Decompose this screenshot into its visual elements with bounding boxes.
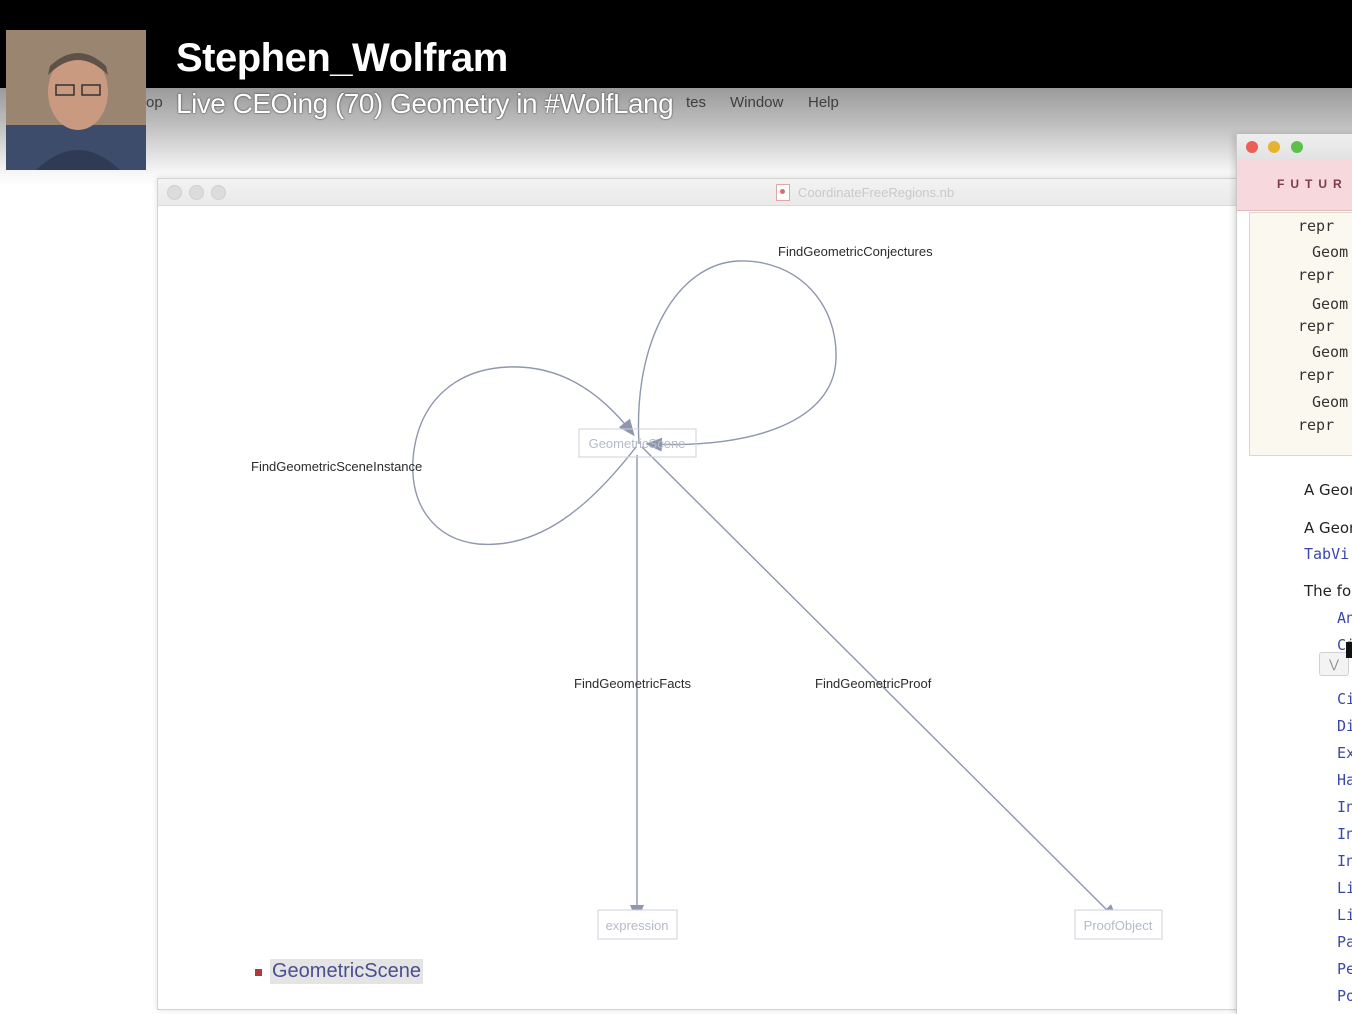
zoom-button[interactable]: [1291, 141, 1303, 153]
minimize-button[interactable]: [1268, 141, 1280, 153]
banner-text: FUTUR: [1277, 177, 1348, 191]
edge-label-conjectures: FindGeometricConjectures: [778, 244, 933, 259]
edge-find-geometric-conjectures: [637, 260, 837, 452]
usage-line: repr: [1298, 366, 1335, 384]
usage-line: Geom: [1312, 343, 1349, 361]
list-item[interactable]: In: [1337, 825, 1352, 843]
presenter-portrait-icon: [6, 30, 146, 170]
list-item[interactable]: Pe: [1337, 960, 1352, 978]
menu-item-window[interactable]: Window: [730, 94, 783, 111]
usage-line: Geom: [1312, 243, 1349, 261]
chevron-down-icon[interactable]: ⋁: [1319, 652, 1349, 676]
future-banner: FUTUR: [1237, 160, 1352, 211]
list-item[interactable]: Li: [1337, 906, 1352, 924]
tabview-link[interactable]: TabVi: [1304, 545, 1349, 563]
menu-item-partial-palettes[interactable]: tes: [686, 94, 706, 111]
edge-label-facts: FindGeometricFacts: [574, 676, 692, 691]
node-proof-object: ProofObject: [1084, 918, 1153, 933]
usage-line: repr: [1298, 317, 1335, 335]
list-item[interactable]: In: [1337, 798, 1352, 816]
doc-paragraph: The fo: [1304, 582, 1352, 600]
node-geometric-scene: GeometricScene: [589, 436, 686, 451]
doc-paragraph: A Geor: [1304, 519, 1352, 537]
menu-item-help[interactable]: Help: [808, 94, 839, 111]
stream-subtitle: Live CEOing (70) Geometry in #WolfLang: [176, 88, 674, 119]
list-item[interactable]: Di: [1337, 717, 1352, 735]
usage-line: repr: [1298, 416, 1335, 434]
presenter-avatar: [6, 30, 146, 170]
usage-line: Geom: [1312, 393, 1349, 411]
function-graph: GeometricScene expression ProofObject Fi…: [251, 244, 1163, 940]
list-item[interactable]: Pa: [1337, 933, 1352, 951]
list-item[interactable]: Ex: [1337, 744, 1352, 762]
bullet-icon: [255, 969, 262, 976]
documentation-window: FUTUR repr Geom repr Geom repr Geom repr…: [1236, 134, 1352, 1014]
close-button[interactable]: [1246, 141, 1258, 153]
geometric-scene-link[interactable]: GeometricScene: [270, 959, 423, 984]
node-expression: expression: [606, 918, 669, 933]
list-item[interactable]: Ci: [1337, 690, 1352, 708]
stream-title: Stephen_Wolfram: [176, 36, 508, 80]
usage-line: Geom: [1312, 295, 1349, 313]
usage-line: repr: [1298, 217, 1335, 235]
doc-paragraph: A Geor: [1304, 481, 1352, 499]
list-item[interactable]: An: [1337, 609, 1352, 627]
edge-find-geometric-scene-instance: [412, 366, 637, 546]
notebook-window: CoordinateFreeRegions.nb GeometricScene …: [157, 178, 1249, 1010]
list-item[interactable]: In: [1337, 852, 1352, 870]
list-item[interactable]: Po: [1337, 987, 1352, 1005]
list-item[interactable]: Li: [1337, 879, 1352, 897]
doc-titlebar[interactable]: [1237, 134, 1352, 160]
list-item[interactable]: Ha: [1337, 771, 1352, 789]
edge-label-scene-instance: FindGeometricSceneInstance: [251, 459, 422, 474]
menu-item-partial[interactable]: op: [146, 94, 163, 111]
usage-line: repr: [1298, 266, 1335, 284]
edge-label-proof: FindGeometricProof: [815, 676, 932, 691]
usage-box: repr Geom repr Geom repr Geom repr Geom …: [1249, 212, 1352, 456]
mouse-cursor-icon: [1346, 642, 1352, 658]
screen-fade: [0, 116, 1352, 186]
